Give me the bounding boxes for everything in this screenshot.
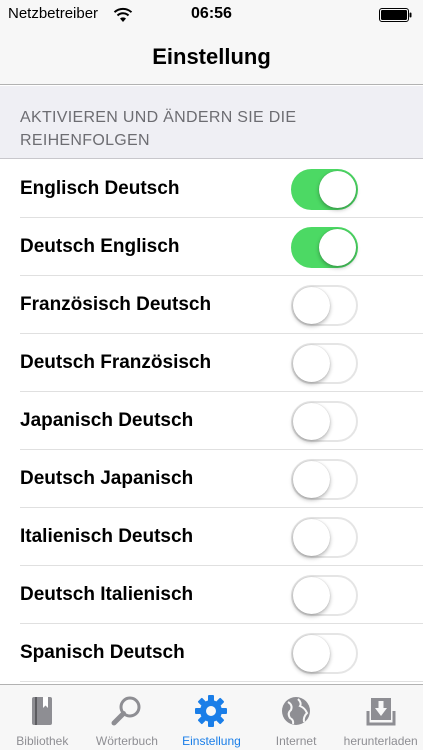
status-time: 06:56 bbox=[191, 5, 232, 22]
toggle-knob bbox=[293, 461, 330, 498]
toggle-switch[interactable] bbox=[291, 459, 358, 500]
tab-magnifier[interactable]: Wörterbuch bbox=[85, 685, 170, 750]
settings-row: Englisch Deutsch bbox=[0, 160, 423, 218]
toggle-knob bbox=[293, 403, 330, 440]
row-label: Deutsch Japanisch bbox=[20, 468, 194, 489]
tab-label: Bibliothek bbox=[16, 734, 69, 748]
row-label: Französisch Deutsch bbox=[20, 294, 212, 315]
tab-globe[interactable]: Internet bbox=[254, 685, 339, 750]
toggle-switch[interactable] bbox=[291, 285, 358, 326]
toggle-knob bbox=[319, 229, 356, 266]
section-header-text: AKTIVIEREN UND ÄNDERN SIE DIE REIHENFOLG… bbox=[20, 109, 297, 149]
download-icon bbox=[363, 693, 399, 729]
toggle-switch[interactable] bbox=[291, 343, 358, 384]
toggle-switch[interactable] bbox=[291, 227, 358, 268]
settings-row: Italienisch Deutsch bbox=[0, 508, 423, 566]
settings-row: Deutsch Japanisch bbox=[0, 450, 423, 508]
section-header: AKTIVIEREN UND ÄNDERN SIE DIE REIHENFOLG… bbox=[0, 86, 423, 159]
row-label: Englisch Deutsch bbox=[20, 178, 180, 199]
toggle-knob bbox=[319, 171, 356, 208]
tab-label: Wörterbuch bbox=[95, 734, 158, 748]
settings-row: Japanisch Deutsch bbox=[0, 392, 423, 450]
row-label: Japanisch Deutsch bbox=[20, 410, 194, 431]
settings-row: Deutsch Italienisch bbox=[0, 566, 423, 624]
battery-icon bbox=[379, 8, 412, 22]
tab-book[interactable]: Bibliothek bbox=[0, 685, 85, 750]
toggle-knob bbox=[293, 577, 330, 614]
toggle-switch[interactable] bbox=[291, 169, 358, 210]
page-title: Einstellung bbox=[152, 44, 271, 69]
navigation-bar: Einstellung bbox=[0, 30, 423, 85]
gear-icon bbox=[193, 693, 229, 729]
settings-list: Englisch Deutsch Deutsch Englisch Französi… bbox=[0, 160, 423, 682]
tab-label: Internet bbox=[275, 734, 317, 748]
row-label: Deutsch Englisch bbox=[20, 236, 180, 257]
settings-row: Französisch Deutsch bbox=[0, 276, 423, 334]
row-label: Deutsch Italienisch bbox=[20, 584, 194, 605]
row-label: Italienisch Deutsch bbox=[20, 526, 194, 547]
toggle-knob bbox=[293, 345, 330, 382]
status-bar: Netzbetreiber 06:56 bbox=[0, 0, 423, 30]
toggle-knob bbox=[293, 635, 330, 672]
settings-row: Deutsch Englisch bbox=[0, 218, 423, 276]
tab-label: Einstellung bbox=[182, 734, 241, 748]
tab-download[interactable]: herunterladen bbox=[338, 685, 423, 750]
row-label: Spanisch Deutsch bbox=[20, 642, 185, 663]
row-label: Deutsch Französisch bbox=[20, 352, 212, 373]
book-icon bbox=[24, 693, 60, 729]
globe-icon bbox=[278, 693, 314, 729]
tab-label: herunterladen bbox=[343, 734, 418, 748]
toggle-knob bbox=[293, 287, 330, 324]
magnifier-icon bbox=[109, 693, 145, 729]
tab-gear[interactable]: Einstellung bbox=[169, 685, 254, 750]
toggle-switch[interactable] bbox=[291, 401, 358, 442]
tab-bar: Bibliothek Wörterbuch Einstellung Internet h… bbox=[0, 684, 423, 750]
settings-row: Spanisch Deutsch bbox=[0, 624, 423, 682]
toggle-switch[interactable] bbox=[291, 575, 358, 616]
toggle-switch[interactable] bbox=[291, 517, 358, 558]
row-separator bbox=[20, 681, 423, 682]
toggle-knob bbox=[293, 519, 330, 556]
settings-row: Deutsch Französisch bbox=[0, 334, 423, 392]
toggle-switch[interactable] bbox=[291, 633, 358, 674]
